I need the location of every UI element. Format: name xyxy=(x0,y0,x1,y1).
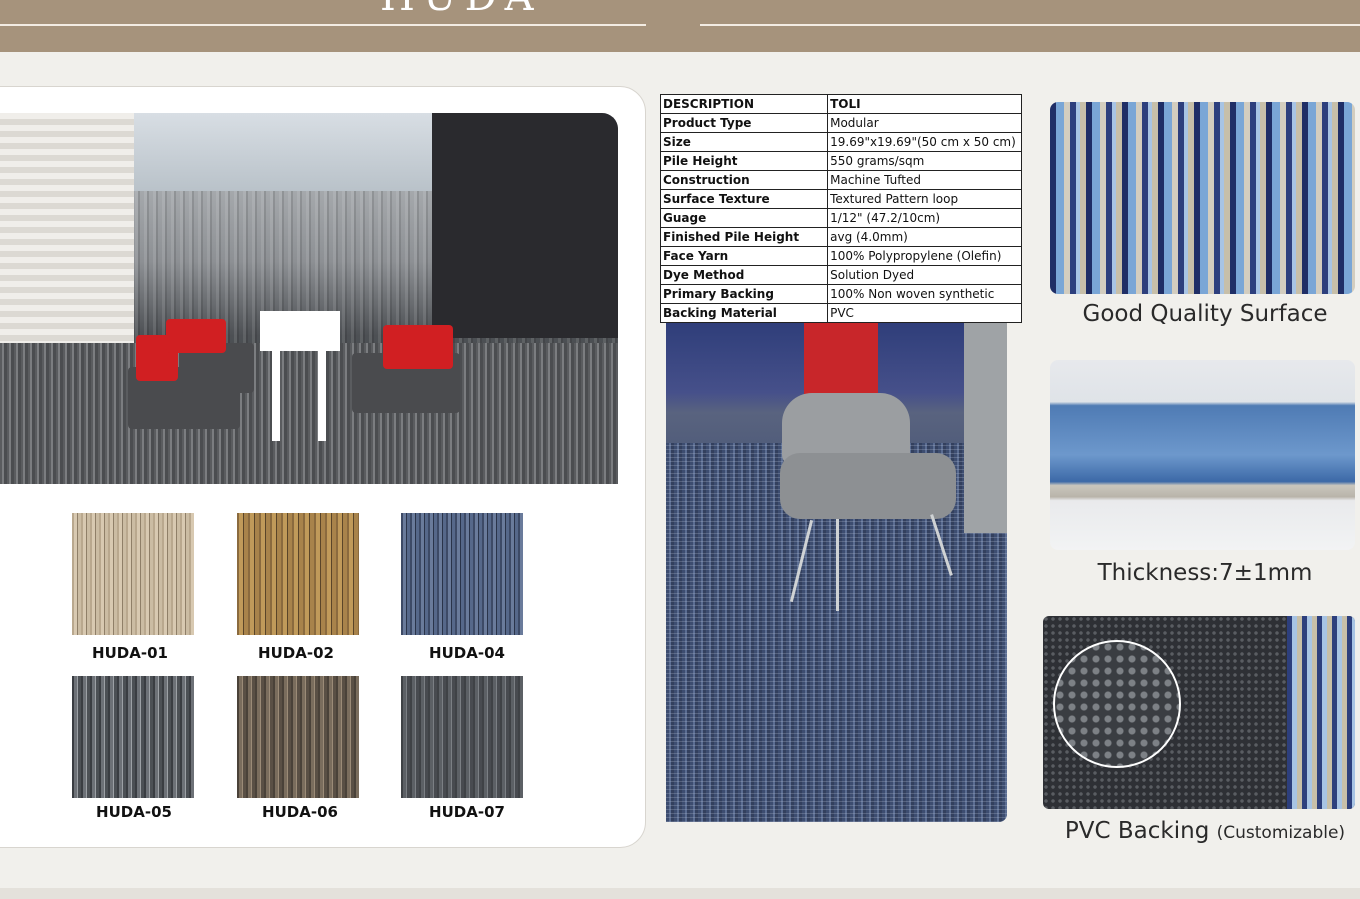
spec-table: DESCRIPTION TOLI Product Type Modular Si… xyxy=(659,94,1022,323)
spec-key: Dye Method xyxy=(659,265,829,285)
spec-key: Pile Height xyxy=(659,151,829,171)
backing-caption-line: PVC Backing (Customizable) xyxy=(1050,818,1360,844)
spec-value: PVC xyxy=(827,303,1022,323)
spec-key: Size xyxy=(659,132,829,152)
table-row: Backing Material PVC xyxy=(659,303,1022,323)
glass-window xyxy=(134,113,432,191)
spec-key: Guage xyxy=(659,208,829,228)
white-table-leg xyxy=(272,351,280,441)
surface-caption: Good Quality Surface xyxy=(1082,301,1328,327)
thickness-closeup-image xyxy=(1050,360,1355,550)
table-row: Dye Method Solution Dyed xyxy=(659,265,1022,285)
swatch-label: HUDA-04 xyxy=(429,644,505,662)
spec-key: Face Yarn xyxy=(659,246,829,266)
spec-key: Surface Texture xyxy=(659,189,829,209)
spec-key: Backing Material xyxy=(659,303,829,323)
spec-table-header-row: DESCRIPTION TOLI xyxy=(659,94,1022,114)
backing-caption: PVC Backing xyxy=(1064,818,1210,844)
swatch-label: HUDA-05 xyxy=(96,803,172,821)
striped-carpet-floor xyxy=(0,343,618,484)
backing-fibre-edge xyxy=(1287,616,1355,809)
red-seat xyxy=(383,325,453,369)
table-row: Size 19.69"x19.69"(50 cm x 50 cm) xyxy=(659,132,1022,152)
office-room-photo xyxy=(666,323,1007,822)
tiled-wall xyxy=(0,113,134,353)
concrete-column xyxy=(964,323,1007,533)
swatch-label: HUDA-07 xyxy=(429,803,505,821)
table-row: Finished Pile Height avg (4.0mm) xyxy=(659,227,1022,247)
thickness-caption: Thickness:7±1mm xyxy=(1097,560,1313,586)
table-row: Surface Texture Textured Pattern loop xyxy=(659,189,1022,209)
magnifier-circle xyxy=(1053,640,1181,768)
dark-wall-panel xyxy=(432,113,618,338)
spec-value: 100% Non woven synthetic xyxy=(827,284,1022,304)
lounge-chair-seat xyxy=(780,453,956,519)
lobby-room-photo xyxy=(0,113,618,484)
swatch-huda-05 xyxy=(72,676,194,798)
red-seat xyxy=(166,319,226,353)
table-row: Primary Backing 100% Non woven synthetic xyxy=(659,284,1022,304)
white-table-leg xyxy=(318,351,326,441)
backing-note: (Customizable) xyxy=(1216,823,1346,843)
spec-header-key: DESCRIPTION xyxy=(659,94,829,114)
swatch-label: HUDA-01 xyxy=(92,644,168,662)
spec-value: 1/12" (47.2/10cm) xyxy=(827,208,1022,228)
swatch-huda-01 xyxy=(72,513,194,635)
table-row: Guage 1/12" (47.2/10cm) xyxy=(659,208,1022,228)
swatch-huda-06 xyxy=(237,676,359,798)
header-band: HUDA xyxy=(0,0,1360,52)
spec-header-value: TOLI xyxy=(827,94,1022,114)
red-curtain xyxy=(804,323,878,403)
spec-value: avg (4.0mm) xyxy=(827,227,1022,247)
chair-leg xyxy=(836,519,839,611)
swatch-huda-02 xyxy=(237,513,359,635)
table-row: Product Type Modular xyxy=(659,113,1022,133)
spec-value: 100% Polypropylene (Olefin) xyxy=(827,246,1022,266)
spec-key: Primary Backing xyxy=(659,284,829,304)
spec-value: Modular xyxy=(827,113,1022,133)
swatch-huda-04 xyxy=(401,513,523,635)
header-title-fragment: HUDA xyxy=(380,0,542,20)
table-row: Construction Machine Tufted xyxy=(659,170,1022,190)
spec-value: 19.69"x19.69"(50 cm x 50 cm) xyxy=(827,132,1022,152)
swatch-label: HUDA-02 xyxy=(258,644,334,662)
swatch-label: HUDA-06 xyxy=(262,803,338,821)
table-row: Pile Height 550 grams/sqm xyxy=(659,151,1022,171)
surface-closeup-image xyxy=(1050,102,1355,294)
spec-value: Machine Tufted xyxy=(827,170,1022,190)
white-table-top xyxy=(260,311,340,351)
spec-value: Solution Dyed xyxy=(827,265,1022,285)
spec-key: Product Type xyxy=(659,113,829,133)
spec-value: Textured Pattern loop xyxy=(827,189,1022,209)
footer-band xyxy=(0,888,1360,899)
swatch-huda-07 xyxy=(401,676,523,798)
header-rule-left xyxy=(0,24,646,26)
spec-key: Finished Pile Height xyxy=(659,227,829,247)
table-row: Face Yarn 100% Polypropylene (Olefin) xyxy=(659,246,1022,266)
header-rule-right xyxy=(700,24,1360,26)
spec-value: 550 grams/sqm xyxy=(827,151,1022,171)
spec-key: Construction xyxy=(659,170,829,190)
backing-closeup-image xyxy=(1043,616,1355,809)
